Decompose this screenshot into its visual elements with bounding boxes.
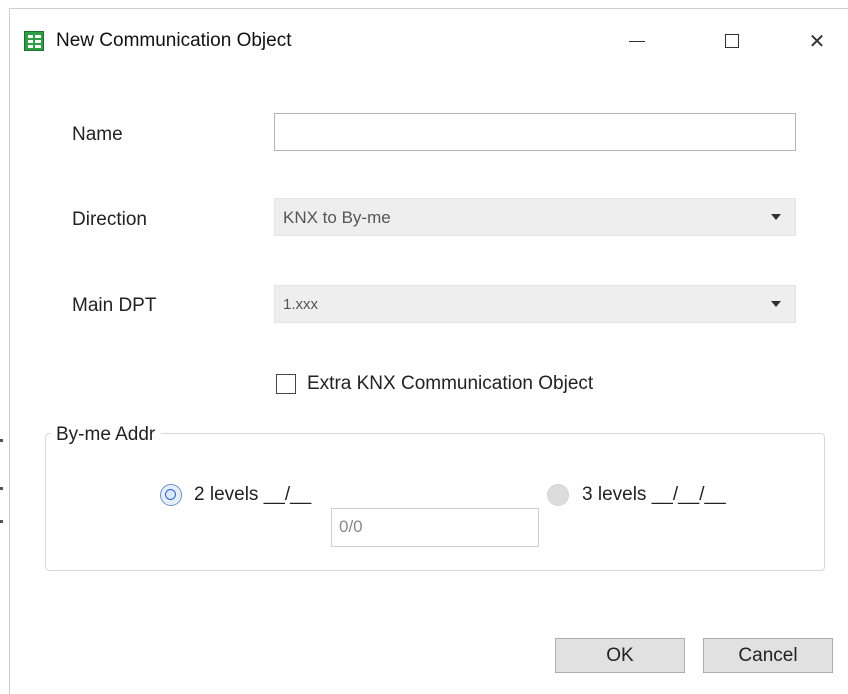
- ok-button[interactable]: OK: [555, 638, 685, 673]
- chevron-down-icon: [771, 301, 781, 307]
- dialog-window: New Communication Object ✕ Name Directio…: [9, 8, 848, 694]
- two-levels-radio[interactable]: [160, 484, 182, 506]
- three-levels-label: 3 levels __/__/__: [582, 484, 726, 505]
- close-button[interactable]: ✕: [795, 23, 839, 59]
- extra-object-checkbox[interactable]: [276, 374, 296, 394]
- address-value: 0/0: [339, 517, 363, 536]
- three-levels-radio[interactable]: [547, 484, 569, 506]
- minimize-icon: [629, 40, 645, 42]
- main-dpt-label: Main DPT: [72, 295, 157, 316]
- name-input[interactable]: [274, 113, 796, 151]
- main-dpt-select[interactable]: 1.xxx: [274, 285, 796, 323]
- extra-object-label: Extra KNX Communication Object: [307, 373, 594, 394]
- direction-label: Direction: [72, 209, 147, 230]
- minimize-button[interactable]: [615, 23, 659, 59]
- direction-value: KNX to By-me: [283, 208, 391, 227]
- maximize-button[interactable]: [710, 23, 754, 59]
- title-bar: New Communication Object ✕: [10, 9, 848, 67]
- byme-addr-legend: By-me Addr: [51, 424, 162, 446]
- maximize-icon: [725, 34, 739, 48]
- close-icon: ✕: [808, 30, 826, 53]
- cancel-button[interactable]: Cancel: [703, 638, 833, 673]
- direction-select[interactable]: KNX to By-me: [274, 198, 796, 236]
- table-icon: [24, 31, 44, 51]
- window-title: New Communication Object: [56, 30, 292, 51]
- address-input[interactable]: 0/0: [331, 508, 539, 547]
- chevron-down-icon: [771, 214, 781, 220]
- name-label: Name: [72, 124, 123, 145]
- main-dpt-value: 1.xxx: [283, 296, 319, 313]
- two-levels-label: 2 levels __/__: [194, 484, 312, 505]
